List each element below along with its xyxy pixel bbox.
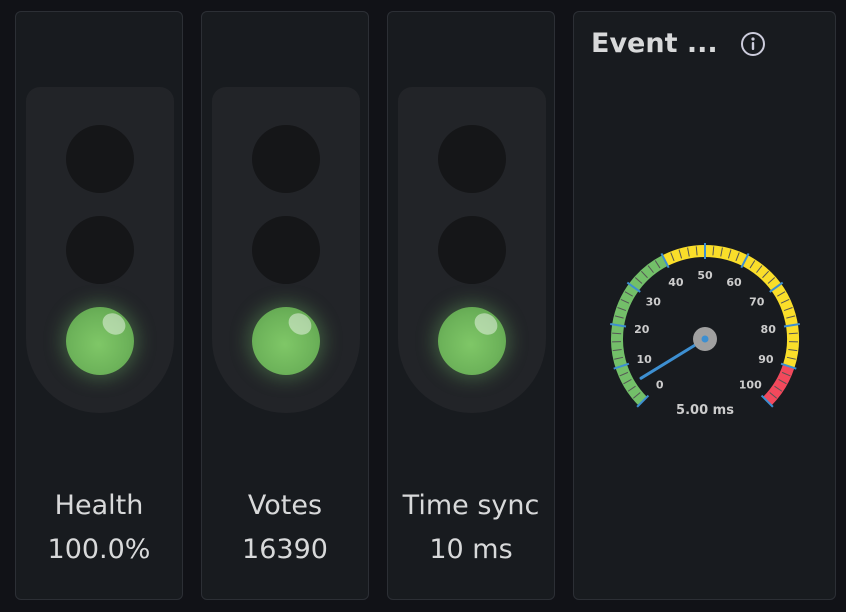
gauge-tick-label: 90 [758, 353, 774, 366]
traffic-light-housing [398, 87, 546, 413]
health-panel: Health 100.0% [15, 11, 183, 600]
gauge-tick-label: 0 [656, 378, 664, 391]
gauge-band-1 [662, 245, 799, 369]
red-lamp-off [438, 125, 506, 193]
lamp-glare [284, 308, 316, 340]
gauge-tick-label: 70 [749, 295, 765, 308]
event-gauge-panel: Event ... 0 10 20 30 40 50 60 70 80 90 100 5.00 ms [573, 11, 836, 600]
green-lamp-on [66, 307, 134, 375]
green-lamp-on [252, 307, 320, 375]
panel-value: 16390 [242, 534, 328, 565]
yellow-lamp-off [66, 216, 134, 284]
gauge-value-text: 5.00 ms [676, 403, 734, 418]
gauge-tick-label: 50 [697, 269, 713, 282]
traffic-light-housing [212, 87, 360, 413]
gauge-tick-label: 20 [634, 323, 650, 336]
gauge-tick-label: 10 [636, 353, 652, 366]
yellow-lamp-off [438, 216, 506, 284]
gauge-tick-label: 40 [668, 276, 684, 289]
traffic-light-housing [26, 87, 174, 413]
red-lamp-off [252, 125, 320, 193]
time-sync-panel: Time sync 10 ms [387, 11, 555, 600]
lamp-glare [98, 308, 130, 340]
panel-value: 100.0% [47, 534, 151, 565]
gauge-tick-label: 80 [761, 323, 777, 336]
gauge-minor-tick [788, 332, 798, 335]
gauge-tick-label: 30 [646, 295, 662, 308]
panel-label: Health [54, 490, 144, 521]
votes-panel: Votes 16390 [201, 11, 369, 600]
yellow-lamp-off [252, 216, 320, 284]
gauge-hub-dot [701, 335, 709, 343]
lamp-glare [470, 308, 502, 340]
gauge: 0 10 20 30 40 50 60 70 80 90 100 5.00 ms [610, 243, 800, 418]
gauge-minor-tick [612, 332, 622, 335]
panel-label: Votes [247, 490, 323, 521]
green-lamp-on [438, 307, 506, 375]
gauge-tick-label: 60 [726, 276, 742, 289]
red-lamp-off [66, 125, 134, 193]
panel-value: 10 ms [429, 534, 513, 565]
panel-label: Time sync [402, 490, 540, 521]
gauge-tick-label: 100 [739, 378, 762, 391]
